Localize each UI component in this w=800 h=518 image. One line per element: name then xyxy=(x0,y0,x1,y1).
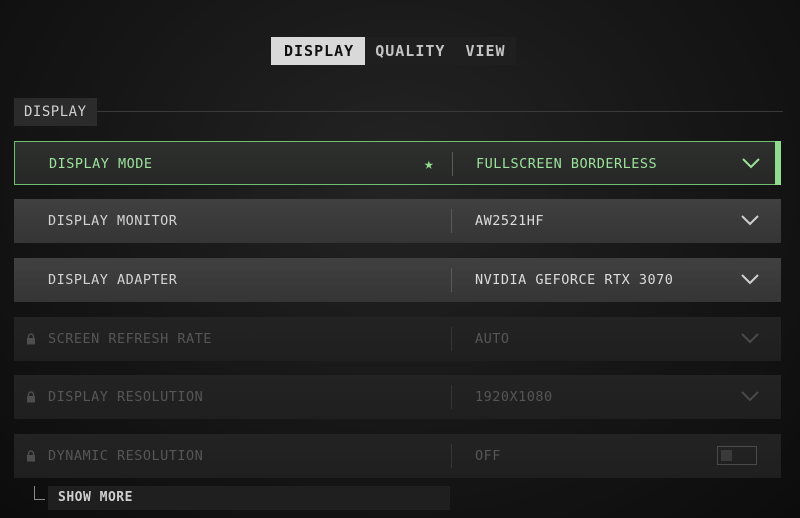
star-icon: ★ xyxy=(424,154,434,173)
lock-icon xyxy=(27,450,35,462)
show-more-button[interactable]: SHOW MORE xyxy=(48,486,450,510)
setting-value: OFF xyxy=(475,448,501,464)
tab-view[interactable]: VIEW xyxy=(455,37,515,65)
chevron-down-icon[interactable] xyxy=(741,274,759,285)
setting-display-mode[interactable]: DISPLAY MODE ★ FULLSCREEN BORDERLESS xyxy=(14,141,781,185)
setting-display-adapter[interactable]: DISPLAY ADAPTER NVIDIA GEFORCE RTX 3070 xyxy=(14,258,781,302)
setting-screen-refresh-rate: SCREEN REFRESH RATE AUTO xyxy=(14,317,781,361)
setting-label: SCREEN REFRESH RATE xyxy=(48,331,212,347)
setting-label: DISPLAY RESOLUTION xyxy=(48,389,204,405)
toggle-knob xyxy=(721,450,732,461)
setting-display-resolution: DISPLAY RESOLUTION 1920X1080 xyxy=(14,375,781,419)
tab-display[interactable]: DISPLAY xyxy=(271,37,366,65)
setting-value: FULLSCREEN BORDERLESS xyxy=(476,156,658,172)
divider xyxy=(451,209,452,233)
chevron-down-icon[interactable] xyxy=(741,215,759,226)
setting-value: AW2521HF xyxy=(475,213,545,229)
tab-quality[interactable]: QUALITY xyxy=(365,37,455,65)
section-title: DISPLAY xyxy=(14,98,97,126)
setting-value: NVIDIA GEFORCE RTX 3070 xyxy=(475,272,674,288)
dynamic-resolution-toggle[interactable] xyxy=(717,446,757,465)
chevron-down-icon xyxy=(741,333,759,344)
setting-label: DISPLAY MODE xyxy=(49,156,153,172)
setting-label: DISPLAY MONITOR xyxy=(48,213,178,229)
divider xyxy=(452,152,453,176)
section-divider xyxy=(97,111,783,112)
chevron-down-icon[interactable] xyxy=(742,158,760,169)
divider xyxy=(451,385,452,409)
setting-label: DYNAMIC RESOLUTION xyxy=(48,448,204,464)
settings-tabs: DISPLAY QUALITY VIEW xyxy=(271,37,516,65)
setting-value: 1920X1080 xyxy=(475,389,553,405)
tree-connector xyxy=(34,486,45,500)
divider xyxy=(451,268,452,292)
setting-label: DISPLAY ADAPTER xyxy=(48,272,178,288)
divider xyxy=(451,444,452,468)
selected-accent-bar xyxy=(775,141,781,185)
setting-display-monitor[interactable]: DISPLAY MONITOR AW2521HF xyxy=(14,199,781,243)
setting-dynamic-resolution: DYNAMIC RESOLUTION OFF xyxy=(14,434,781,478)
lock-icon xyxy=(27,333,35,345)
chevron-down-icon xyxy=(741,391,759,402)
divider xyxy=(451,327,452,351)
lock-icon xyxy=(27,391,35,403)
setting-value: AUTO xyxy=(475,331,510,347)
